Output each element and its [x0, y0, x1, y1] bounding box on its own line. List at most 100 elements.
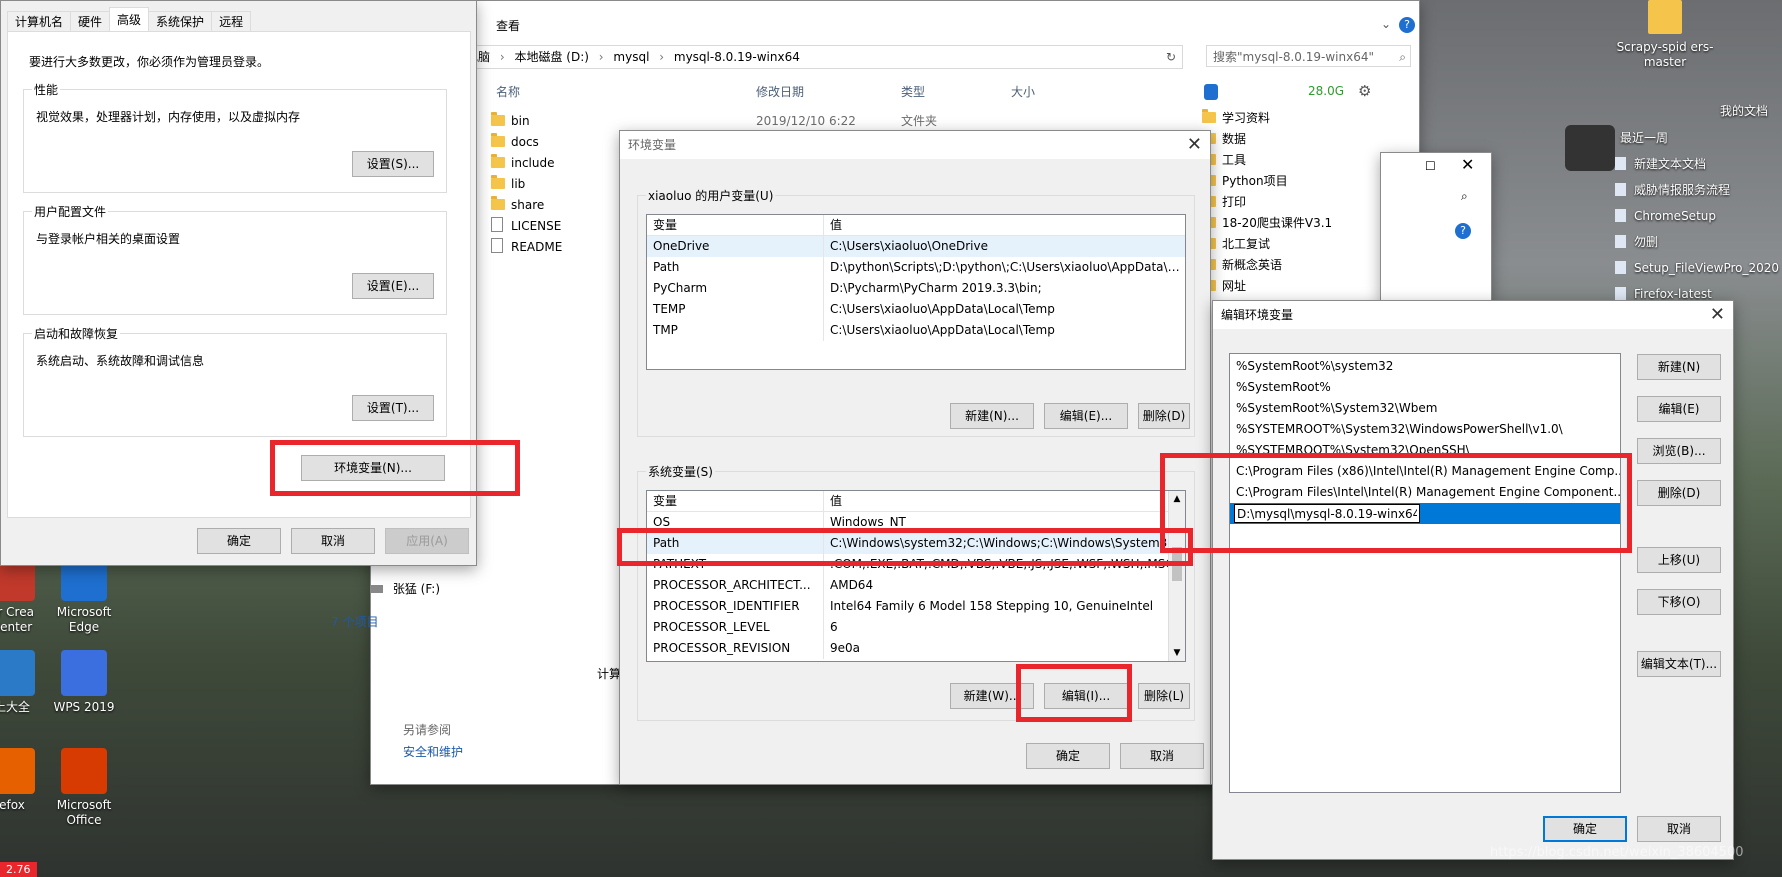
file-row[interactable]: bin 2019/12/10 6:22 文件夹 [491, 111, 1091, 132]
move-up-button[interactable]: 上移(U) [1637, 547, 1721, 573]
help-icon[interactable]: ? [1399, 17, 1415, 33]
gear-icon[interactable]: ⚙ [1358, 82, 1371, 100]
table-row[interactable]: TEMP C:\Users\xiaoluo\AppData\Local\Temp [647, 299, 1185, 320]
user-edit-button[interactable]: 编辑(E)... [1044, 403, 1128, 429]
recent-item[interactable]: Setup_FileViewPro_2020 [1615, 255, 1779, 281]
system-delete-button[interactable]: 删除(L) [1138, 683, 1190, 709]
recent-item[interactable]: 威胁情报服务流程 [1615, 177, 1779, 203]
edit-text-button[interactable]: 编辑文本(T)... [1637, 651, 1721, 677]
table-row[interactable]: PROCESSOR_IDENTIFIER Intel64 Family 6 Mod… [647, 596, 1185, 617]
delete-entry-button[interactable]: 删除(D) [1637, 480, 1721, 506]
new-entry-button[interactable]: 新建(N) [1637, 354, 1721, 380]
close-icon[interactable]: ✕ [1710, 301, 1725, 329]
path-entry[interactable]: %SystemRoot%\system32 [1230, 356, 1620, 377]
path-entry[interactable]: %SystemRoot%\System32\Wbem [1230, 398, 1620, 419]
user-delete-button[interactable]: 删除(D) [1138, 403, 1190, 429]
file-name: include [511, 156, 555, 170]
desktop-icon-scrapy[interactable]: Scrapy-spid ers-master [1610, 0, 1720, 70]
close-icon[interactable]: ✕ [1461, 155, 1474, 174]
table-row[interactable]: Path D:\python\Scripts\;D:\python\;C:\Use… [647, 257, 1185, 278]
quick-folder-item[interactable]: 新概念英语 [1202, 255, 1332, 276]
search-input[interactable]: 搜索"mysql-8.0.19-winx64" ⌕ [1206, 45, 1411, 67]
recent-item[interactable]: ChromeSetup [1615, 203, 1779, 229]
recent-item[interactable]: 勿删 [1615, 229, 1779, 255]
desktop-icon[interactable]: Microsoft Edge [42, 555, 126, 635]
quick-folder-item[interactable]: 北工复试 [1202, 234, 1332, 255]
quick-folder-item[interactable]: 学习资料 [1202, 108, 1332, 129]
quick-folder-item[interactable]: 打印 [1202, 192, 1332, 213]
group-title: xiaoluo 的用户变量(U) [646, 187, 776, 204]
nav-drive-f[interactable]: 张猛 (F:) [371, 579, 471, 599]
quick-folder-item[interactable]: 工具 [1202, 150, 1332, 171]
nav-drive-label: 张猛 (F:) [392, 582, 441, 596]
startup-settings-button[interactable]: 设置(T)... [352, 395, 434, 421]
user-new-button[interactable]: 新建(N)... [950, 403, 1034, 429]
col-value[interactable]: 值 [823, 491, 1185, 511]
apply-button[interactable]: 应用(A) [385, 528, 469, 554]
tab-2[interactable]: 高级 [109, 7, 150, 33]
ribbon-tab-view[interactable]: 查看 [496, 17, 520, 34]
desktop-icon[interactable]: Microsoft Office [42, 748, 126, 828]
col-value[interactable]: 值 [823, 215, 1185, 235]
tab-1[interactable]: 硬件 [70, 11, 111, 33]
address-bar[interactable]: 电脑 › 本地磁盘 (D:) › mysql › mysql-8.0.19-wi… [461, 45, 1183, 69]
col-name[interactable]: 名称 [496, 81, 520, 103]
quick-folder-item[interactable]: 数据 [1202, 129, 1332, 150]
my-docs-label[interactable]: 我的文档 [1720, 102, 1768, 119]
path-entry[interactable]: %SystemRoot% [1230, 377, 1620, 398]
recent-item[interactable]: 新建文本文档 [1615, 151, 1779, 177]
cancel-button[interactable]: 取消 [291, 528, 375, 554]
col-date[interactable]: 修改日期 [756, 81, 804, 103]
performance-settings-button[interactable]: 设置(S)... [352, 151, 434, 177]
close-icon[interactable]: ✕ [1187, 131, 1202, 159]
tab-0[interactable]: 计算机名 [7, 11, 72, 33]
tab-4[interactable]: 远程 [211, 11, 252, 33]
col-variable[interactable]: 变量 [647, 215, 823, 235]
performance-group: 性能 视觉效果，处理器计划，内存使用，以及虚拟内存 设置(S)... [23, 81, 447, 193]
table-row[interactable]: OneDrive C:\Users\xiaoluo\OneDrive [647, 236, 1185, 257]
table-row[interactable]: PyCharm D:\Pycharm\PyCharm 2019.3.3\bin; [647, 278, 1185, 299]
help-icon[interactable]: ? [1455, 223, 1471, 239]
table-row[interactable]: TMP C:\Users\xiaoluo\AppData\Local\Temp [647, 320, 1185, 341]
ribbon-collapse-icon[interactable]: ⌄ [1381, 17, 1391, 31]
quick-folder-item[interactable]: Python项目 [1202, 171, 1332, 192]
col-size[interactable]: 大小 [1011, 81, 1035, 103]
cancel-button[interactable]: 取消 [1120, 743, 1204, 769]
col-variable[interactable]: 变量 [647, 491, 823, 511]
profiles-settings-button[interactable]: 设置(E)... [352, 273, 434, 299]
refresh-icon[interactable]: ↻ [1166, 46, 1176, 68]
col-type[interactable]: 类型 [901, 81, 925, 103]
tab-3[interactable]: 系统保护 [148, 11, 213, 33]
shield-icon [1204, 84, 1218, 100]
table-row[interactable]: PROCESSOR_LEVEL 6 [647, 617, 1185, 638]
maximize-icon[interactable]: ☐ [1425, 159, 1436, 173]
var-name: Path [653, 260, 680, 274]
breadcrumb-3[interactable]: mysql-8.0.19-winx64 [674, 50, 800, 64]
ok-button[interactable]: 确定 [197, 528, 281, 554]
browse-button[interactable]: 浏览(B)... [1637, 438, 1721, 464]
edit-entry-button[interactable]: 编辑(E) [1637, 396, 1721, 422]
folder-icon [1648, 0, 1682, 34]
breadcrumb-2[interactable]: mysql [613, 50, 649, 64]
breadcrumb-1[interactable]: 本地磁盘 (D:) [514, 50, 588, 64]
quick-folder-label: 打印 [1222, 195, 1247, 209]
move-down-button[interactable]: 下移(O) [1637, 589, 1721, 615]
var-value: D:\Pycharm\PyCharm 2019.3.3\bin; [823, 278, 1185, 299]
usb-icon[interactable] [1565, 125, 1615, 171]
search-icon: ⌕ [1399, 50, 1406, 64]
file-icon [1615, 235, 1626, 248]
cancel-button[interactable]: 取消 [1637, 816, 1721, 842]
table-row[interactable]: PROCESSOR_ARCHITECT... AMD64 [647, 575, 1185, 596]
search-icon[interactable]: ⌕ [1461, 189, 1468, 204]
ok-button[interactable]: 确定 [1543, 816, 1627, 842]
quick-folder-item[interactable]: 18-20爬虫课件V3.1 [1202, 213, 1332, 234]
path-entry[interactable]: %SYSTEMROOT%\System32\WindowsPowerShell\… [1230, 419, 1620, 440]
scroll-down-icon[interactable]: ▼ [1169, 645, 1185, 661]
table-row[interactable]: PROCESSOR_REVISION 9e0a [647, 638, 1185, 659]
quick-folder-item[interactable]: 网址 [1202, 276, 1332, 297]
see-also-link[interactable]: 安全和维护 [403, 743, 463, 760]
folder-icon [1202, 109, 1216, 123]
var-value: 6 [823, 617, 1185, 638]
ok-button[interactable]: 确定 [1026, 743, 1110, 769]
desktop-icon[interactable]: WPS 2019 [42, 650, 126, 715]
